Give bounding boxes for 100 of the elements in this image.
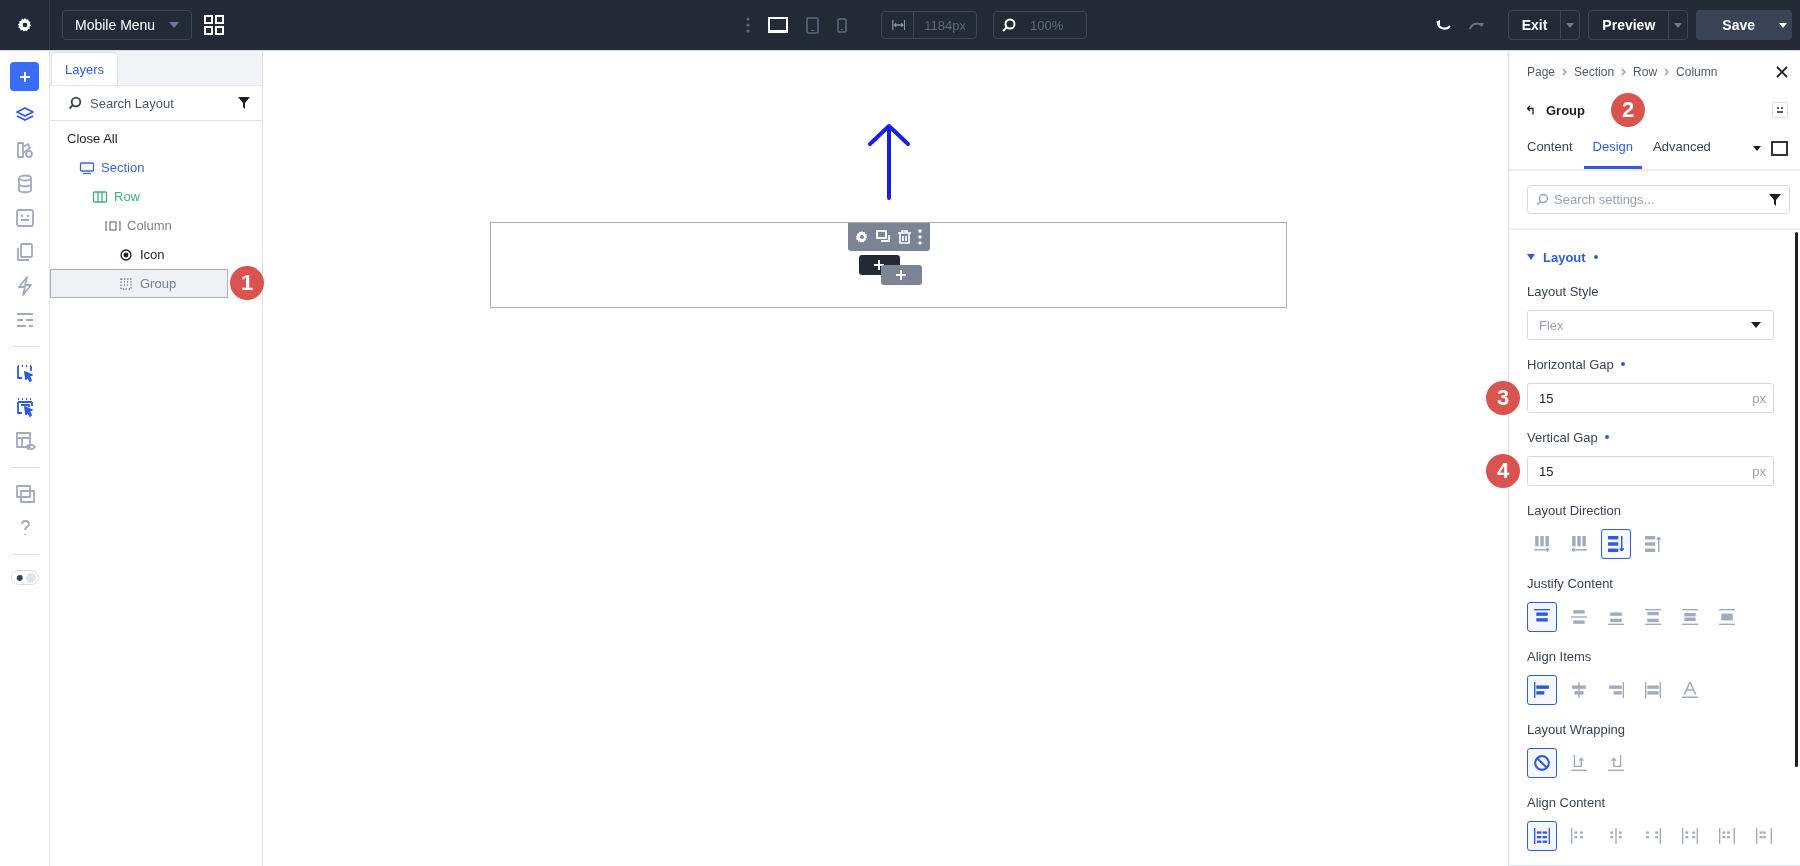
settings-tab[interactable]: Content — [1527, 127, 1582, 169]
layout-icon — [1571, 755, 1587, 771]
chevron-icon — [1621, 68, 1627, 76]
option-button[interactable] — [1601, 529, 1631, 559]
caret-icon — [1527, 254, 1535, 260]
option-button[interactable] — [1527, 748, 1557, 778]
layout-icon — [1571, 609, 1587, 625]
icon-icon — [118, 247, 134, 262]
desktop-icon[interactable] — [768, 17, 788, 33]
settings-tab[interactable]: Design — [1583, 127, 1642, 169]
layout-icon — [1682, 609, 1698, 625]
group-module[interactable] — [490, 222, 1287, 308]
layout-icon — [1645, 682, 1661, 698]
chevron-icon — [1664, 68, 1670, 76]
undo-icon[interactable] — [1435, 19, 1452, 31]
windows-icon[interactable] — [13, 483, 36, 505]
step-badge: 4 — [1486, 454, 1520, 488]
layout-icon — [1534, 536, 1550, 552]
layers-tab[interactable]: Layers — [51, 52, 118, 85]
trash-icon[interactable] — [897, 230, 911, 244]
square-icon[interactable] — [1771, 140, 1788, 156]
panel-title: Group — [1546, 102, 1585, 118]
search-icon — [1002, 18, 1016, 32]
settings-icon[interactable] — [16, 17, 33, 33]
layout-icon — [1534, 828, 1550, 844]
input-field[interactable]: 15 px — [1527, 383, 1774, 413]
breadcrumb-link[interactable]: Section — [1574, 65, 1615, 79]
close-icon[interactable] — [1776, 66, 1788, 78]
form-icon[interactable] — [13, 207, 36, 229]
step-badge: 2 — [1611, 93, 1645, 127]
tablet-icon[interactable] — [806, 16, 819, 34]
section-toggle[interactable]: Layout — [1527, 246, 1598, 268]
caret-icon — [1674, 22, 1683, 28]
gear-icon — [15, 573, 24, 582]
back-icon[interactable] — [1527, 105, 1537, 115]
step-badge: 1 — [230, 266, 264, 300]
input-field[interactable]: 15 px — [1527, 456, 1774, 486]
toggle-switch[interactable] — [10, 570, 39, 585]
search-icon — [1536, 193, 1549, 206]
options-icon[interactable] — [1772, 102, 1788, 118]
field-label: Horizontal Gap — [1527, 356, 1614, 372]
layer-item[interactable]: Column — [50, 211, 228, 240]
grid-icon[interactable] — [204, 15, 224, 35]
layout-icon — [1534, 682, 1550, 698]
option-button[interactable] — [1527, 675, 1557, 705]
field-label: Align Items — [1527, 648, 1592, 664]
field-label: Justify Content — [1527, 575, 1613, 591]
breadcrumb-link[interactable]: Page — [1527, 65, 1556, 79]
column-icon — [105, 218, 121, 233]
layout-icon — [1645, 609, 1661, 625]
layout-icon — [1682, 828, 1698, 844]
layout-icon — [1719, 828, 1735, 844]
layout-icon — [1719, 609, 1735, 625]
caret-icon — [1751, 322, 1761, 328]
group-icon — [118, 276, 134, 291]
settings-tab[interactable]: Advanced — [1644, 127, 1720, 169]
layout-icon — [1682, 682, 1698, 698]
option-button[interactable] — [1527, 602, 1557, 632]
template-dropdown[interactable]: Mobile Menu — [62, 10, 192, 40]
caret-icon — [1778, 22, 1787, 28]
layout-icon — [1534, 609, 1550, 625]
caret-icon — [169, 22, 179, 28]
search-field[interactable]: Search settings... — [1527, 185, 1790, 214]
layout-icon — [1571, 536, 1587, 552]
width-icon — [892, 19, 906, 31]
field-label: Layout Direction — [1527, 502, 1621, 518]
field-label: Layout Style — [1527, 283, 1599, 299]
row-icon — [92, 189, 108, 204]
layout-icon — [1645, 828, 1661, 844]
duplicate-icon[interactable] — [876, 230, 891, 244]
plus-icon — [874, 260, 884, 270]
add-button[interactable] — [10, 62, 39, 91]
preview-icon[interactable] — [13, 430, 36, 452]
step-badge: 3 — [1486, 381, 1520, 415]
layer-item[interactable]: Icon — [50, 240, 228, 269]
caret-icon[interactable] — [1753, 145, 1761, 151]
layout-icon — [1645, 536, 1661, 552]
more-icon[interactable] — [746, 17, 750, 33]
layout-icon — [1608, 609, 1624, 625]
layout-icon — [1608, 828, 1624, 844]
layout-icon — [1571, 682, 1587, 698]
field-label: Align Content — [1527, 794, 1606, 810]
option-button[interactable] — [1527, 821, 1557, 851]
phone-icon[interactable] — [837, 17, 847, 33]
layout-icon — [1608, 682, 1624, 698]
layer-item[interactable]: Section — [50, 153, 228, 182]
close-all-button[interactable]: Close All — [50, 123, 262, 153]
layout-icon — [1756, 828, 1772, 844]
filter-icon[interactable] — [238, 97, 250, 109]
caret-icon — [1566, 22, 1575, 28]
filter-icon[interactable] — [1769, 194, 1781, 206]
add-row-button[interactable] — [880, 265, 922, 285]
more-icon[interactable] — [918, 229, 923, 245]
scrollbar[interactable] — [1795, 232, 1798, 767]
breadcrumb-link[interactable]: Column — [1676, 65, 1718, 79]
breadcrumb-link[interactable]: Row — [1633, 65, 1658, 79]
no-wrap-icon — [1534, 755, 1550, 771]
arrow-up-icon — [865, 122, 912, 200]
field-label: Vertical Gap — [1527, 429, 1598, 445]
section-icon — [79, 160, 95, 175]
